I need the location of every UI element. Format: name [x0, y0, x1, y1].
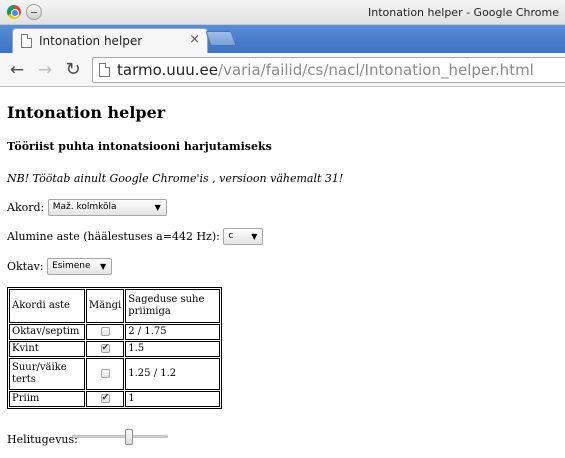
base-label: Alumine aste (häälestuses a=442 Hz):	[7, 230, 220, 243]
header-degree: Akordi aste	[9, 289, 85, 323]
play-checkbox[interactable]	[100, 369, 110, 378]
header-play: Mängi	[86, 289, 125, 323]
base-note-select[interactable]: c ▼	[223, 228, 264, 245]
table-row: Kvint 1.5	[9, 341, 221, 357]
chord-select[interactable]: Maž. kolmkõla ▼	[47, 199, 167, 216]
chord-row: Akord: Maž. kolmkõla ▼	[7, 199, 167, 216]
octave-row: Oktav: Esimene ▼	[7, 258, 113, 275]
ratio-cell: 1.5	[125, 341, 221, 357]
chord-select-value: Maž. kolmkõla	[52, 202, 117, 212]
play-checkbox[interactable]	[100, 327, 110, 336]
volume-slider-thumb[interactable]	[125, 429, 134, 445]
base-row: Alumine aste (häälestuses a=442 Hz): c ▼	[7, 228, 264, 245]
degree-cell: Oktav/septim	[9, 324, 85, 340]
table-header-row: Akordi aste Mängi Sageduse suhe priimiga	[9, 289, 221, 323]
new-tab-button[interactable]	[205, 31, 237, 46]
ratio-cell: 2 / 1.75	[125, 324, 221, 340]
table-row: Oktav/septim 2 / 1.75	[9, 324, 221, 340]
page-subtitle: Tööriist puhta intonatsiooni harjutamise…	[7, 140, 272, 153]
header-ratio: Sageduse suhe priimiga	[125, 289, 221, 323]
dropdown-arrow-icon: ▼	[154, 203, 161, 212]
degree-cell: Kvint	[9, 341, 85, 357]
page-title: Intonation helper	[7, 103, 166, 122]
volume-slider[interactable]	[72, 429, 168, 445]
address-bar[interactable]: tarmo.uuu.ee/varia/failid/cs/nacl/Intona…	[92, 57, 565, 83]
window-titlebar: Intonation helper - Google Chrome	[0, 0, 565, 25]
tab-close-icon[interactable]: ×	[189, 32, 200, 48]
table-row: Priim 1	[9, 391, 221, 407]
tab-strip: Intonation helper ×	[0, 25, 565, 53]
octave-select-value: Esimene	[52, 261, 91, 271]
degree-cell: Suur/väike terts	[9, 358, 85, 390]
reload-icon[interactable]: ↻	[62, 59, 84, 81]
chord-table: Akordi aste Mängi Sageduse suhe priimiga…	[7, 287, 223, 409]
browser-note: NB! Töötab ainult Google Chrome'is , ver…	[7, 172, 344, 185]
table-row: Suur/väike terts 1.25 / 1.2	[9, 358, 221, 390]
octave-label: Oktav:	[7, 260, 44, 273]
url-path: /varia/failid/cs/nacl/Intonation_helper.…	[218, 61, 534, 79]
chord-label: Akord:	[7, 201, 45, 214]
back-arrow-icon[interactable]: ←	[6, 59, 28, 81]
tab-intonation-helper[interactable]: Intonation helper ×	[12, 28, 208, 53]
tab-title: Intonation helper	[39, 34, 143, 48]
play-checkbox[interactable]	[100, 392, 110, 404]
play-checkbox[interactable]	[100, 342, 110, 354]
page-icon	[99, 63, 110, 77]
octave-select[interactable]: Esimene ▼	[47, 258, 113, 275]
url-text[interactable]: tarmo.uuu.ee/varia/failid/cs/nacl/Intona…	[117, 61, 534, 79]
window-title: Intonation helper - Google Chrome	[367, 6, 559, 19]
play-cell	[86, 324, 125, 340]
dropdown-arrow-icon: ▼	[99, 262, 107, 271]
play-cell	[86, 358, 125, 390]
forward-arrow-icon[interactable]: →	[34, 59, 56, 81]
browser-toolbar: ← → ↻ tarmo.uuu.ee/varia/failid/cs/nacl/…	[0, 53, 565, 87]
page-icon	[21, 34, 32, 48]
url-host: tarmo.uuu.ee	[117, 61, 219, 79]
ratio-cell: 1	[125, 391, 221, 407]
play-cell	[86, 341, 125, 357]
base-note-value: c	[228, 231, 234, 241]
minimize-button[interactable]	[26, 4, 42, 20]
ratio-cell: 1.25 / 1.2	[125, 358, 221, 390]
volume-label: Helitugevus:	[7, 433, 78, 446]
degree-cell: Priim	[9, 391, 85, 407]
dropdown-arrow-icon: ▼	[251, 232, 258, 241]
chrome-logo-icon	[7, 5, 21, 19]
play-cell	[86, 391, 125, 407]
